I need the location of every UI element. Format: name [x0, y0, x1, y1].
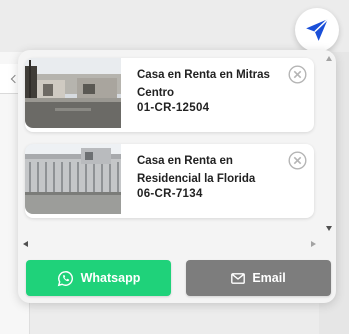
paper-plane-icon [306, 18, 329, 41]
send-toggle-button[interactable] [295, 8, 339, 52]
envelope-icon [231, 272, 246, 284]
listing-card[interactable]: Casa en Renta en Residencial la Florida … [25, 144, 314, 218]
listings-list[interactable]: Casa en Renta en Mitras Centro 01-CR-125… [18, 50, 336, 238]
listing-card[interactable]: Casa en Renta en Mitras Centro 01-CR-125… [25, 58, 314, 132]
email-button[interactable]: Email [186, 260, 331, 296]
saved-listings-popup: Casa en Renta en Mitras Centro 01-CR-125… [18, 50, 336, 303]
listing-code: 01-CR-12504 [137, 102, 210, 114]
scroll-up-arrow-icon[interactable] [326, 56, 332, 61]
horizontal-scrollbar[interactable] [18, 238, 336, 252]
remove-listing-button[interactable] [288, 65, 307, 84]
scroll-right-arrow-icon[interactable] [311, 241, 316, 247]
contact-actions: Whatsapp Email [18, 252, 336, 303]
scrollbar-corner [322, 238, 336, 252]
whatsapp-icon [57, 270, 74, 287]
scroll-down-arrow-icon[interactable] [326, 226, 332, 231]
circle-x-icon [288, 65, 307, 84]
whatsapp-label: Whatsapp [80, 271, 141, 285]
listing-title[interactable]: Casa en Renta en Mitras Centro [137, 66, 287, 102]
circle-x-icon [288, 151, 307, 170]
listing-code: 06-CR-7134 [137, 188, 203, 200]
whatsapp-button[interactable]: Whatsapp [26, 260, 171, 296]
listing-photo [25, 58, 121, 128]
scroll-left-arrow-icon[interactable] [23, 241, 28, 247]
listing-title[interactable]: Casa en Renta en Residencial la Florida [137, 152, 287, 188]
remove-listing-button[interactable] [288, 151, 307, 170]
vertical-scrollbar[interactable] [322, 50, 336, 238]
listing-photo [25, 144, 121, 214]
email-label: Email [252, 271, 286, 285]
